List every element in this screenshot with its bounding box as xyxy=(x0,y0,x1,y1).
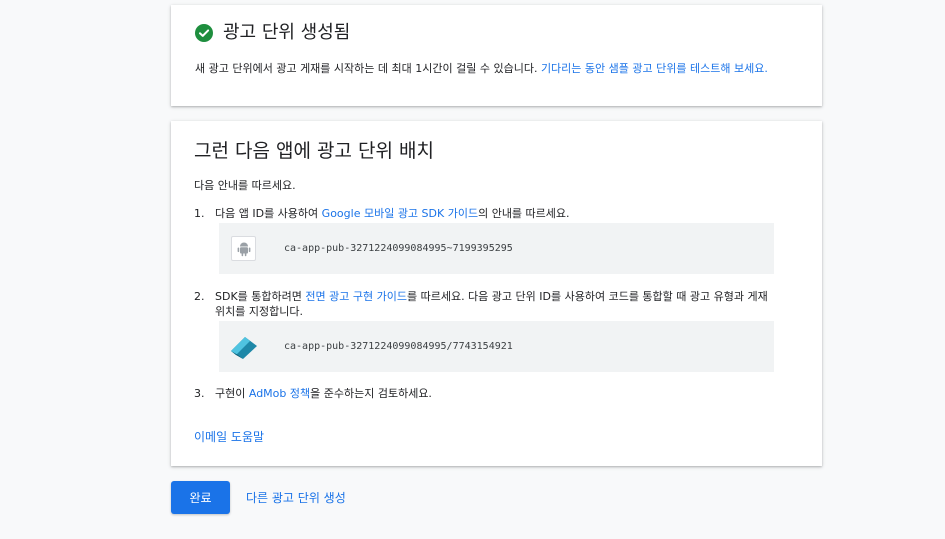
step-1: 1. 다음 앱 ID를 사용하여 Google 모바일 광고 SDK 가이드의 … xyxy=(194,206,774,221)
step-text-post: 의 안내를 따르세요. xyxy=(478,207,570,220)
ad-unit-created-card: 광고 단위 생성됨 새 광고 단위에서 광고 게재를 시작하는 데 최대 1시간… xyxy=(171,5,822,106)
step-text-pre: SDK를 통합하려면 xyxy=(215,290,306,303)
done-button[interactable]: 완료 xyxy=(171,481,230,514)
availability-notice: 새 광고 단위에서 광고 게재를 시작하는 데 최대 1시간이 걸릴 수 있습니… xyxy=(195,62,541,75)
interstitial-format-icon xyxy=(228,332,260,362)
card-title: 광고 단위 생성됨 xyxy=(195,21,350,45)
step-text: 다음 앱 ID를 사용하여 Google 모바일 광고 SDK 가이드의 안내를… xyxy=(215,206,774,221)
step-number: 3. xyxy=(194,387,205,400)
ad-unit-id-box: ca-app-pub-3271224099084995/7743154921 xyxy=(219,321,774,372)
test-sample-ad-units-link[interactable]: 기다리는 동안 샘플 광고 단위를 테스트해 보세요. xyxy=(541,62,768,75)
mobile-ads-sdk-guide-link[interactable]: Google 모바일 광고 SDK 가이드 xyxy=(322,207,478,220)
step-3: 3. 구현이 AdMob 정책을 준수하는지 검토하세요. xyxy=(194,386,774,401)
android-icon xyxy=(231,236,256,261)
card-title-text: 광고 단위 생성됨 xyxy=(223,22,351,43)
email-instructions-link[interactable]: 이메일 도움말 xyxy=(194,429,264,445)
instructions-intro: 다음 안내를 따르세요. xyxy=(194,179,296,192)
implementation-card: 그런 다음 앱에 광고 단위 배치 다음 안내를 따르세요. 1. 다음 앱 I… xyxy=(171,121,822,466)
interstitial-implementation-guide-link[interactable]: 전면 광고 구현 가이드 xyxy=(305,290,407,303)
step-number: 2. xyxy=(194,290,205,303)
create-another-ad-unit-link[interactable]: 다른 광고 단위 생성 xyxy=(246,490,346,506)
admob-policy-link[interactable]: AdMob 정책 xyxy=(249,387,310,400)
step-text-pre: 구현이 xyxy=(215,387,249,400)
step-text: SDK를 통합하려면 전면 광고 구현 가이드를 따르세요. 다음 광고 단위 … xyxy=(215,289,774,319)
card-title: 그런 다음 앱에 광고 단위 배치 xyxy=(194,140,434,162)
step-text-post: 을 준수하는지 검토하세요. xyxy=(310,387,432,400)
app-id-box: ca-app-pub-3271224099084995~7199395295 xyxy=(219,223,774,274)
check-circle-icon xyxy=(195,24,213,42)
step-2: 2. SDK를 통합하려면 전면 광고 구현 가이드를 따르세요. 다음 광고 … xyxy=(194,289,774,319)
step-number: 1. xyxy=(194,207,205,220)
step-text-pre: 다음 앱 ID를 사용하여 xyxy=(215,207,322,220)
card-body-text: 새 광고 단위에서 광고 게재를 시작하는 데 최대 1시간이 걸릴 수 있습니… xyxy=(195,61,803,76)
app-id-value[interactable]: ca-app-pub-3271224099084995~7199395295 xyxy=(284,243,513,254)
ad-unit-id-value[interactable]: ca-app-pub-3271224099084995/7743154921 xyxy=(284,341,513,352)
step-text: 구현이 AdMob 정책을 준수하는지 검토하세요. xyxy=(215,386,774,401)
